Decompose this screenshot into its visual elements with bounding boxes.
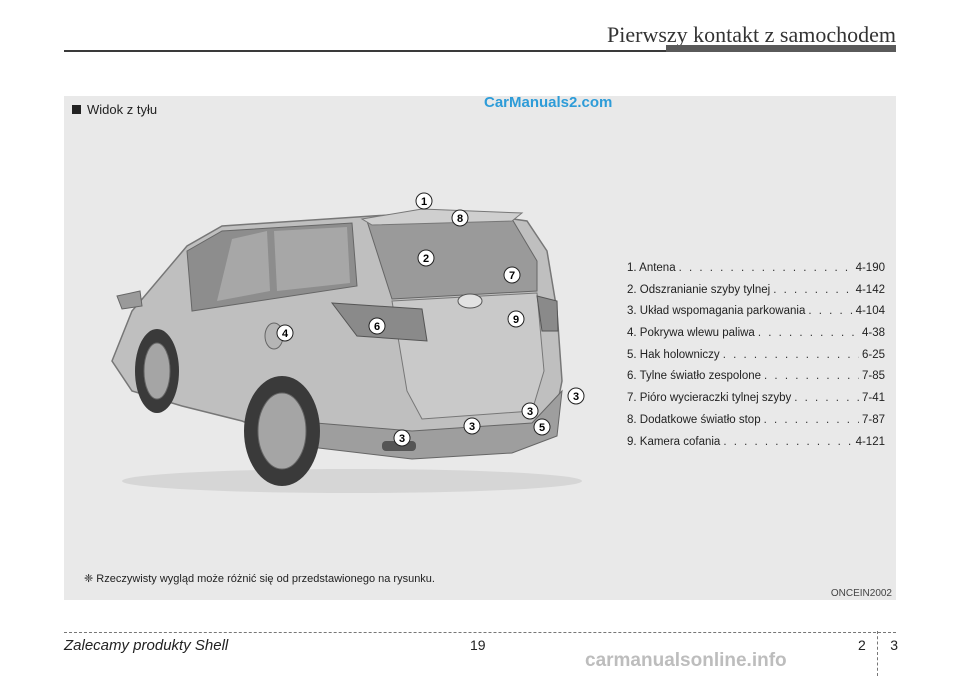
chapter-separator [877, 631, 878, 676]
svg-text:2: 2 [423, 253, 429, 265]
header-rule [64, 50, 666, 52]
legend-page-ref: 4-121 [855, 435, 885, 448]
legend-item: 9. Kamera cofania 4-121 [627, 436, 885, 458]
callout-9: 9 [507, 310, 525, 328]
figure-panel: Widok z tyłu CarManuals2.com 1 8 2 7 9 6… [64, 94, 896, 600]
legend-item: 3. Układ wspomagania parkowania 4-104 [627, 305, 885, 327]
leader-dots [808, 305, 852, 317]
legend-page-ref: 4-142 [855, 283, 885, 296]
legend-item: 8. Dodatkowe światło stop 7-87 [627, 414, 885, 436]
leader-dots [723, 349, 859, 361]
legend-item: 5. Hak holowniczy 6-25 [627, 349, 885, 371]
legend-page-ref: 6-25 [861, 348, 885, 361]
legend-label: 4. Pokrywa wlewu paliwa [627, 327, 755, 340]
legend-page-ref: 4-190 [855, 262, 885, 274]
callout-4: 4 [276, 324, 294, 342]
car-rear-illustration: 1 8 2 7 9 6 4 3 3 5 3 3 [111, 192, 585, 493]
legend-item: 1. Antena 4-190 [627, 262, 885, 284]
parts-legend: 1. Antena 4-190 2. Odszranianie szyby ty… [627, 262, 885, 457]
legend-label: 7. Pióro wycieraczki tylnej szyby [627, 392, 792, 405]
chapter-page-number: 3 [890, 637, 898, 653]
svg-text:4: 4 [282, 328, 289, 340]
legend-item: 6. Tylne światło zespolone 7-85 [627, 370, 885, 392]
svg-text:3: 3 [469, 421, 475, 433]
footnote: ❈ Rzeczywisty wygląd może różnić się od … [84, 573, 435, 585]
footer-site-watermark: carmanualsonline.info [585, 650, 787, 671]
legend-item: 2. Odszranianie szyby tylnej 4-142 [627, 284, 885, 306]
legend-item: 7. Pióro wycieraczki tylnej szyby 7-41 [627, 392, 885, 414]
header-rule-accent [666, 45, 896, 52]
leader-dots [764, 370, 859, 382]
callout-6: 6 [368, 317, 386, 335]
legend-label: 2. Odszranianie szyby tylnej [627, 283, 771, 296]
leader-dots [679, 262, 853, 274]
square-bullet-icon [72, 105, 81, 114]
footer-page-number: 19 [470, 637, 486, 653]
svg-text:5: 5 [539, 422, 545, 434]
legend-label: 9. Kamera cofania [627, 435, 721, 448]
legend-page-ref: 7-87 [861, 413, 885, 426]
svg-text:1: 1 [421, 196, 427, 208]
figure-code: ONCEIN2002 [830, 588, 892, 599]
legend-label: 5. Hak holowniczy [627, 348, 720, 361]
svg-text:3: 3 [399, 433, 405, 445]
legend-label: 1. Antena [627, 262, 676, 274]
callout-3-left: 3 [393, 429, 411, 447]
legend-label: 3. Układ wspomagania parkowania [627, 305, 806, 318]
callout-7: 7 [503, 266, 521, 284]
callout-1: 1 [415, 192, 433, 210]
callout-3-right: 3 [567, 387, 585, 405]
svg-text:3: 3 [527, 406, 533, 418]
footer-rule [64, 632, 896, 633]
callout-5: 5 [533, 418, 551, 436]
svg-text:3: 3 [573, 391, 579, 403]
callout-8: 8 [451, 209, 469, 227]
section-title-text: Widok z tyłu [87, 102, 158, 117]
callout-3-center: 3 [463, 417, 481, 435]
legend-page-ref: 4-104 [855, 305, 885, 318]
legend-label: 8. Dodatkowe światło stop [627, 413, 761, 426]
leader-dots [764, 414, 859, 426]
legend-item: 4. Pokrywa wlewu paliwa 4-38 [627, 327, 885, 349]
footer-sponsor-text: Zalecamy produkty Shell [64, 637, 229, 654]
watermark: CarManuals2.com [484, 94, 613, 111]
legend-page-ref: 4-38 [861, 327, 885, 340]
svg-text:7: 7 [509, 270, 515, 282]
leader-dots [723, 436, 852, 448]
legend-label: 6. Tylne światło zespolone [627, 370, 762, 383]
leader-dots [794, 392, 859, 404]
svg-text:9: 9 [513, 314, 519, 326]
svg-text:8: 8 [457, 213, 463, 225]
leader-dots [758, 327, 859, 339]
chapter-number: 2 [858, 637, 866, 653]
legend-page-ref: 7-41 [861, 392, 885, 405]
svg-text:6: 6 [374, 321, 380, 333]
footer-chapter-number: 2 3 [858, 631, 898, 676]
callout-3-center-right: 3 [521, 402, 539, 420]
leader-dots [773, 284, 852, 296]
legend-page-ref: 7-85 [861, 370, 885, 383]
section-title: Widok z tyłu [72, 102, 157, 117]
callout-2: 2 [417, 249, 435, 267]
